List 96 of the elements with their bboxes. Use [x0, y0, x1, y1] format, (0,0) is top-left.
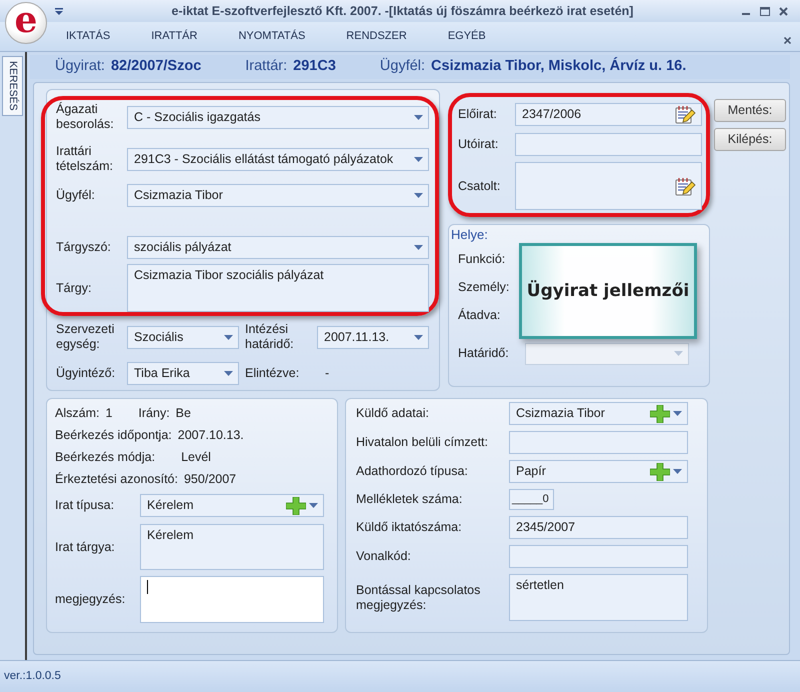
section-title: Helye:	[450, 226, 489, 243]
dropdown-field[interactable]: C - Szociális igazgatás	[127, 106, 429, 128]
text-cursor	[147, 580, 148, 594]
field-label: Személy:	[458, 280, 510, 296]
field-label: Irattári tételszám:	[56, 144, 114, 174]
caret-icon[interactable]	[55, 8, 63, 14]
field-label: Küldő iktatószáma:	[356, 520, 463, 535]
menu-item[interactable]: NYOMTATÁS	[234, 28, 310, 46]
field-label: Küldő adatai:	[356, 406, 430, 421]
field-value: -	[324, 366, 330, 380]
field-label: Irat típusa:	[55, 498, 116, 513]
maximize-icon[interactable]	[760, 6, 770, 16]
text-area[interactable]: sértetlen	[509, 574, 688, 621]
field-label: Intézési határidő:	[245, 322, 295, 352]
info-value: Be	[176, 406, 191, 420]
field-label: Vonalkód:	[356, 549, 412, 564]
info-label: Beérkezés időpontja:	[55, 428, 172, 442]
input-field[interactable]: 2347/2006	[515, 102, 702, 126]
dropdown-field[interactable]: 2007.11.13.	[317, 326, 429, 348]
dropdown-field[interactable]: Szociális	[127, 326, 239, 348]
field-label: Ágazati besorolás:	[56, 102, 115, 132]
notepad-pencil-icon[interactable]	[675, 176, 696, 196]
info-label: Alszám:	[55, 406, 100, 420]
field-label: Elintézve:	[245, 366, 300, 380]
info-value: 2007.10.13.	[178, 428, 244, 442]
caret-icon[interactable]	[414, 156, 423, 162]
plus-icon[interactable]	[650, 462, 670, 480]
action-button[interactable]: Mentés:	[714, 99, 786, 122]
header-label: Ügyfél:	[380, 58, 426, 76]
input-field[interactable]	[515, 132, 702, 156]
info-value: Levél	[181, 450, 211, 464]
caret-icon[interactable]	[224, 334, 233, 340]
header-label: Ügyirat:	[55, 58, 105, 76]
dropdown-field[interactable]: Tiba Erika	[127, 362, 239, 384]
caret-icon[interactable]	[414, 334, 423, 340]
info-value: 1	[105, 406, 112, 420]
window-title: e-iktat E-szoftverfejlesztő Kft. 2007. -[Iktatás új föszámra beérkezö irat esetén]	[170, 4, 634, 18]
number-field[interactable]: _____0	[509, 489, 554, 510]
field-label: Irat tárgya:	[55, 540, 116, 554]
header-value: 82/2007/Szoc	[110, 58, 202, 76]
field-label: Tárgyszó:	[56, 240, 112, 254]
field-label: Bontással kapcsolatos megjegyzés:	[356, 582, 482, 612]
header-value: 291C3	[293, 58, 336, 76]
header-label: Irattár:	[245, 58, 288, 76]
header-value: Csizmazia Tibor, Miskolc, Árvíz u. 16.	[431, 58, 686, 76]
dropdown-field[interactable]: Csizmazia Tibor	[127, 184, 429, 206]
field-label: Ügyintéző:	[56, 366, 116, 380]
field-label: Funkció:	[458, 252, 506, 268]
field-label: Tárgy:	[56, 280, 92, 296]
close-icon[interactable]	[784, 37, 791, 44]
caret-icon[interactable]	[414, 244, 423, 250]
field-label: Előirat:	[458, 106, 498, 122]
dropdown-field[interactable]: Kérelem	[140, 494, 324, 517]
plus-icon[interactable]	[650, 404, 670, 422]
field-label: Utóirat:	[458, 136, 500, 152]
caret-icon[interactable]	[224, 370, 233, 376]
dropdown-field[interactable]: szociális pályázat	[127, 236, 429, 258]
info-label: Érkeztetési azonosító:	[55, 472, 178, 486]
field-label: Csatolt:	[458, 178, 502, 194]
caret-icon[interactable]	[673, 469, 682, 474]
plus-icon[interactable]	[286, 496, 306, 514]
caret-icon[interactable]	[414, 192, 423, 198]
menu-item[interactable]: IKTATÁS	[62, 28, 114, 46]
field-label: Szervezeti egység:	[56, 322, 116, 352]
callout-label: Ügyirat jellemzői	[519, 243, 697, 339]
field-label: Mellékletek száma:	[356, 492, 464, 507]
caret-icon[interactable]	[673, 411, 682, 416]
app-logo[interactable]: e	[5, 2, 47, 44]
text-area[interactable]: Csizmazia Tibor szociális pályázat	[127, 264, 429, 312]
field-label: Ügyfél:	[56, 188, 96, 202]
action-button[interactable]: Kilépés:	[714, 128, 786, 151]
dropdown-field[interactable]: Papír	[509, 460, 688, 483]
menu-item[interactable]: IRATTÁR	[147, 28, 202, 46]
caret-icon[interactable]	[309, 503, 318, 508]
caret-icon[interactable]	[414, 114, 423, 120]
info-label: Irány:	[138, 406, 170, 420]
side-tab[interactable]: KERESÉS	[2, 56, 23, 116]
dropdown-field[interactable]	[525, 342, 689, 365]
info-label: Beérkezés módja:	[55, 450, 156, 464]
field-label: Átadva:	[458, 308, 502, 324]
close-icon[interactable]	[779, 6, 788, 16]
notepad-pencil-icon[interactable]	[675, 104, 696, 124]
field-label: Hivatalon belüli címzett:	[356, 435, 490, 450]
input-field[interactable]	[509, 431, 688, 454]
dropdown-field[interactable]: 291C3 - Szociális ellátást támogató pályázatok	[127, 148, 429, 170]
input-field[interactable]: 2345/2007	[509, 516, 688, 539]
menu-item[interactable]: RENDSZER	[342, 28, 411, 46]
version-label: ver.:1.0.0.5	[0, 660, 800, 692]
field-label: megjegyzés:	[55, 592, 126, 607]
field-label: Adathordozó típusa:	[356, 464, 469, 479]
field-label: Határidő:	[458, 346, 510, 362]
input-field[interactable]	[509, 545, 688, 568]
menu-item[interactable]: EGYÉB	[444, 28, 490, 46]
dropdown-field[interactable]: Csizmazia Tibor	[509, 402, 688, 425]
text-area[interactable]: Kérelem	[140, 524, 324, 570]
info-value: 950/2007	[184, 472, 236, 486]
